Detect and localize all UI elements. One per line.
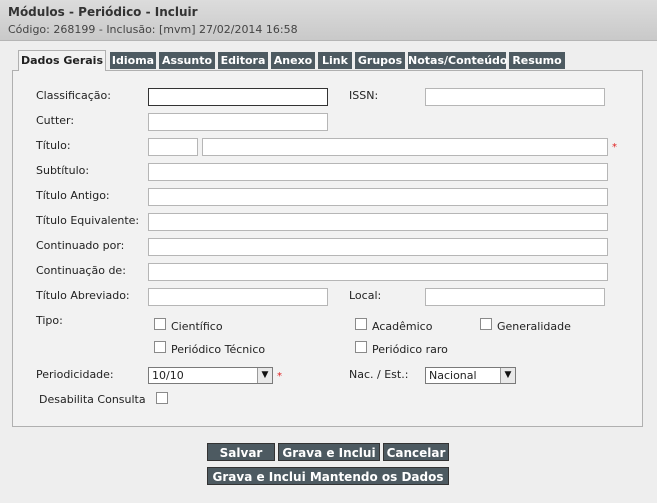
cutter-label: Cutter:: [36, 114, 75, 127]
periodicidade-label: Periodicidade:: [36, 368, 114, 381]
titulo-antigo-input[interactable]: [148, 188, 608, 206]
titulo-prefix-input[interactable]: [148, 138, 198, 156]
periodico-raro-checkbox[interactable]: [355, 341, 367, 353]
generalidade-checkbox[interactable]: [480, 318, 492, 330]
chevron-down-icon: ▼: [500, 368, 515, 383]
tipo-label: Tipo:: [36, 314, 63, 327]
tab-resumo[interactable]: Resumo: [509, 52, 565, 69]
nac-est-select[interactable]: Nacional ▼: [425, 367, 516, 384]
continuacao-de-label: Continuação de:: [36, 264, 126, 277]
periodicidade-required-marker: *: [277, 371, 282, 382]
periodico-raro-label: Periódico raro: [372, 343, 448, 356]
nac-est-label: Nac. / Est.:: [349, 368, 409, 381]
nac-est-value: Nacional: [429, 369, 477, 382]
form-panel: Classificação: ISSN: Cutter: Título: * S…: [12, 70, 643, 427]
subtitulo-input[interactable]: [148, 163, 608, 181]
cientifico-checkbox[interactable]: [154, 318, 166, 330]
tab-assunto[interactable]: Assunto: [159, 52, 215, 69]
local-label: Local:: [349, 289, 382, 302]
tab-link[interactable]: Link: [318, 52, 352, 69]
periodico-tecnico-label: Periódico Técnico: [171, 343, 266, 356]
titulo-label: Título:: [36, 139, 71, 152]
periodico-tecnico-checkbox[interactable]: [154, 341, 166, 353]
cancelar-button[interactable]: Cancelar: [383, 443, 449, 461]
titulo-abreviado-label: Título Abreviado:: [36, 289, 130, 302]
continuacao-de-input[interactable]: [148, 263, 608, 281]
page-header: Módulos - Periódico - Incluir Código: 26…: [0, 0, 657, 41]
classificacao-label: Classificação:: [36, 89, 111, 102]
tab-dados-gerais[interactable]: Dados Gerais: [18, 50, 106, 71]
record-info: Código: 268199 - Inclusão: [mvm] 27/02/2…: [8, 23, 298, 36]
tab-idioma[interactable]: Idioma: [110, 52, 156, 69]
generalidade-label: Generalidade: [497, 320, 571, 333]
classificacao-input[interactable]: [148, 88, 328, 106]
titulo-antigo-label: Título Antigo:: [36, 189, 110, 202]
titulo-abreviado-input[interactable]: [148, 288, 328, 306]
continuado-por-label: Continuado por:: [36, 239, 125, 252]
subtitulo-label: Subtítulo:: [36, 164, 90, 177]
local-input[interactable]: [425, 288, 605, 306]
titulo-equivalente-label: Título Equivalente:: [36, 214, 140, 227]
chevron-down-icon: ▼: [257, 368, 272, 383]
issn-input[interactable]: [425, 88, 605, 106]
tab-editora[interactable]: Editora: [218, 52, 268, 69]
grava-inclui-mantendo-button[interactable]: Grava e Inclui Mantendo os Dados: [207, 467, 449, 485]
cutter-input[interactable]: [148, 113, 328, 131]
cientifico-label: Científico: [171, 320, 223, 333]
academico-label: Acadêmico: [372, 320, 433, 333]
titulo-required-marker: *: [612, 142, 617, 153]
tab-anexo[interactable]: Anexo: [271, 52, 315, 69]
salvar-button[interactable]: Salvar: [207, 443, 275, 461]
tab-grupos[interactable]: Grupos: [355, 52, 405, 69]
tab-notas-conteudo[interactable]: Notas/Conteúdo: [408, 52, 507, 69]
academico-checkbox[interactable]: [355, 318, 367, 330]
grava-inclui-button[interactable]: Grava e Inclui: [278, 443, 380, 461]
desabilita-consulta-checkbox[interactable]: [156, 392, 168, 404]
desabilita-consulta-label: Desabilita Consulta: [39, 393, 146, 406]
periodicidade-value: 10/10: [152, 369, 184, 382]
continuado-por-input[interactable]: [148, 238, 608, 256]
titulo-equivalente-input[interactable]: [148, 213, 608, 231]
page-title: Módulos - Periódico - Incluir: [8, 5, 198, 19]
periodicidade-select[interactable]: 10/10 ▼: [148, 367, 273, 384]
issn-label: ISSN:: [349, 89, 379, 102]
titulo-input[interactable]: [202, 138, 608, 156]
